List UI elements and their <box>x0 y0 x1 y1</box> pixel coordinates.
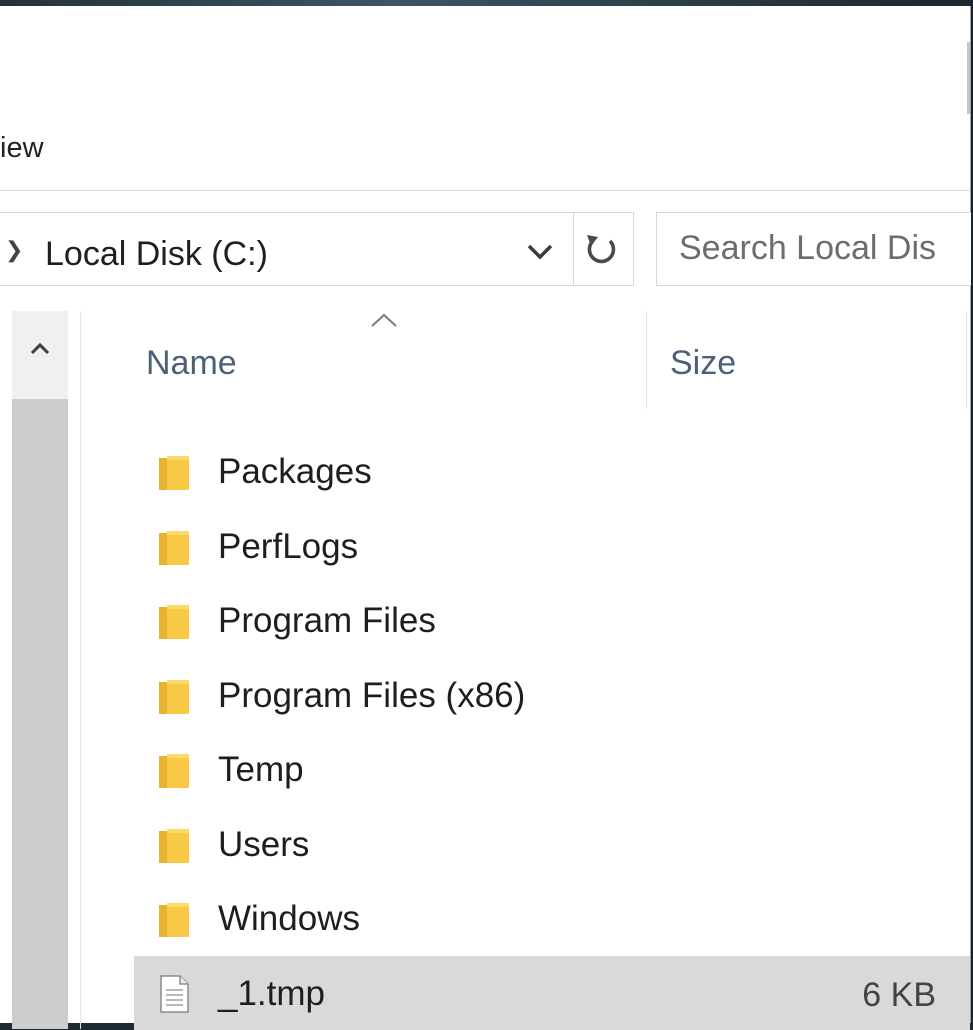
file-size: 6 KB <box>862 976 936 1015</box>
file-list: Packages PerfLogs Program Files <box>134 434 970 1030</box>
sort-ascending-icon <box>370 312 398 328</box>
chevron-down-icon[interactable] <box>525 239 555 263</box>
file-row-perflogs[interactable]: PerfLogs <box>134 509 970 584</box>
column-separator[interactable] <box>966 311 967 409</box>
file-row-users[interactable]: Users <box>134 807 970 882</box>
refresh-icon[interactable] <box>579 227 623 271</box>
file-row-packages[interactable]: Packages <box>134 434 970 509</box>
file-explorer-window: iew ❯ Local Disk (C:) Name Size <box>0 6 971 1023</box>
folder-icon <box>156 527 192 567</box>
scroll-up-button[interactable] <box>12 311 68 399</box>
address-bar-divider <box>573 213 574 285</box>
file-row-windows[interactable]: Windows <box>134 881 970 956</box>
folder-icon <box>156 676 192 716</box>
file-name: Program Files (x86) <box>218 676 525 716</box>
folder-icon <box>156 601 192 641</box>
search-box[interactable] <box>656 212 973 286</box>
ribbon-tab-view[interactable]: iew <box>0 134 44 163</box>
column-separator[interactable] <box>646 311 647 409</box>
scrollbar-thumb[interactable] <box>12 399 68 1029</box>
folder-icon <box>156 452 192 492</box>
file-name: Users <box>218 825 309 865</box>
file-row-program-files[interactable]: Program Files <box>134 583 970 658</box>
title-bar <box>0 6 970 106</box>
ribbon-divider <box>0 190 970 191</box>
search-input[interactable] <box>679 225 973 271</box>
file-name: Windows <box>218 899 360 939</box>
file-row-1-tmp[interactable]: _1.tmp 6 KB <box>134 956 970 1030</box>
scroll-up-icon[interactable] <box>12 311 68 371</box>
folder-icon <box>156 899 192 939</box>
column-header-name[interactable]: Name <box>146 344 237 383</box>
pane-divider <box>80 311 81 1029</box>
file-name: Temp <box>218 750 304 790</box>
chevron-right-icon[interactable]: ❯ <box>5 237 23 263</box>
column-header-size[interactable]: Size <box>670 344 736 383</box>
file-row-program-files-x86[interactable]: Program Files (x86) <box>134 658 970 733</box>
file-name: Packages <box>218 452 372 492</box>
address-path[interactable]: Local Disk (C:) <box>45 235 268 274</box>
folder-icon <box>156 750 192 790</box>
file-icon <box>156 974 192 1014</box>
file-row-temp[interactable]: Temp <box>134 732 970 807</box>
file-name: PerfLogs <box>218 527 358 567</box>
address-bar[interactable]: ❯ Local Disk (C:) <box>0 212 634 286</box>
file-name: Program Files <box>218 601 436 641</box>
folder-icon <box>156 825 192 865</box>
file-name: _1.tmp <box>218 974 325 1014</box>
window-edge-marker <box>967 42 970 114</box>
navigation-pane-scrollbar[interactable] <box>12 311 68 1029</box>
